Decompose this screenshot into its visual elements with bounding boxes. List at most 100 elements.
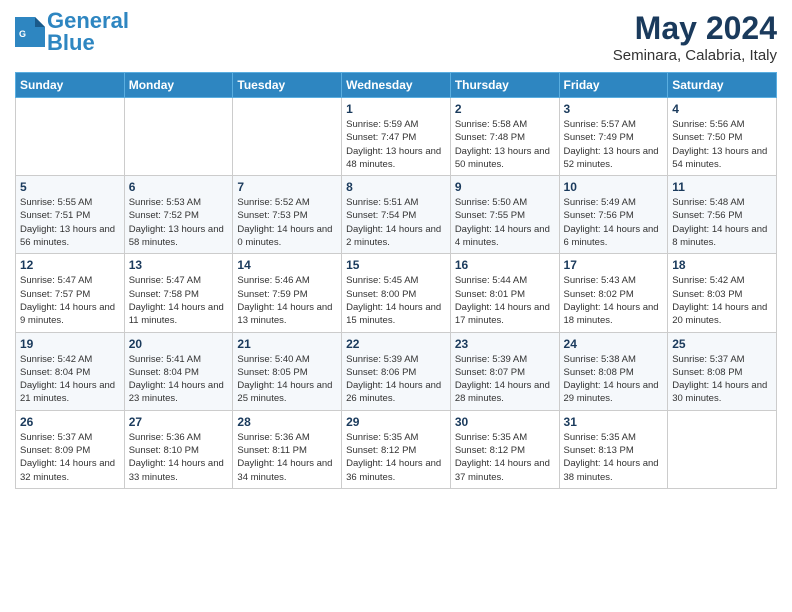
day-number: 24 (564, 337, 664, 351)
day-details: Sunrise: 5:55 AMSunset: 7:51 PMDaylight:… (20, 196, 120, 249)
location: Seminara, Calabria, Italy (613, 47, 777, 64)
day-number: 14 (237, 258, 337, 272)
day-number: 1 (346, 102, 446, 116)
day-details: Sunrise: 5:56 AMSunset: 7:50 PMDaylight:… (672, 118, 772, 171)
calendar-cell: 29 Sunrise: 5:35 AMSunset: 8:12 PMDayligh… (342, 410, 451, 488)
calendar-cell: 30 Sunrise: 5:35 AMSunset: 8:12 PMDayligh… (450, 410, 559, 488)
day-details: Sunrise: 5:49 AMSunset: 7:56 PMDaylight:… (564, 196, 664, 249)
day-number: 20 (129, 337, 229, 351)
day-details: Sunrise: 5:39 AMSunset: 8:06 PMDaylight:… (346, 353, 446, 406)
calendar-cell: 6 Sunrise: 5:53 AMSunset: 7:52 PMDaylight… (124, 176, 233, 254)
day-details: Sunrise: 5:48 AMSunset: 7:56 PMDaylight:… (672, 196, 772, 249)
calendar-cell: 28 Sunrise: 5:36 AMSunset: 8:11 PMDayligh… (233, 410, 342, 488)
calendar-cell: 1Sunrise: 5:59 AMSunset: 7:47 PMDaylight… (342, 98, 451, 176)
day-number: 3 (564, 102, 664, 116)
day-details: Sunrise: 5:37 AMSunset: 8:08 PMDaylight:… (672, 353, 772, 406)
calendar-cell (668, 410, 777, 488)
calendar-table: SundayMondayTuesdayWednesdayThursdayFrid… (15, 72, 777, 489)
calendar-cell (16, 98, 125, 176)
day-number: 9 (455, 180, 555, 194)
calendar-cell: 31Sunrise: 5:35 AMSunset: 8:13 PMDayligh… (559, 410, 668, 488)
day-number: 15 (346, 258, 446, 272)
calendar-cell: 22 Sunrise: 5:39 AMSunset: 8:06 PMDayligh… (342, 332, 451, 410)
calendar-cell: 14Sunrise: 5:46 AMSunset: 7:59 PMDayligh… (233, 254, 342, 332)
calendar-cell: 20 Sunrise: 5:41 AMSunset: 8:04 PMDayligh… (124, 332, 233, 410)
day-details: Sunrise: 5:53 AMSunset: 7:52 PMDaylight:… (129, 196, 229, 249)
week-row-4: 19Sunrise: 5:42 AMSunset: 8:04 PMDayligh… (16, 332, 777, 410)
day-number: 22 (346, 337, 446, 351)
calendar-cell: 13 Sunrise: 5:47 AMSunset: 7:58 PMDayligh… (124, 254, 233, 332)
day-details: Sunrise: 5:52 AMSunset: 7:53 PMDaylight:… (237, 196, 337, 249)
day-number: 10 (564, 180, 664, 194)
day-details: Sunrise: 5:44 AMSunset: 8:01 PMDaylight:… (455, 274, 555, 327)
svg-text:G: G (19, 29, 26, 39)
header: G General Blue May 2024 Seminara, Calabr… (15, 10, 777, 64)
week-row-3: 12 Sunrise: 5:47 AMSunset: 7:57 PMDayligh… (16, 254, 777, 332)
day-number: 18 (672, 258, 772, 272)
calendar-cell: 16 Sunrise: 5:44 AMSunset: 8:01 PMDayligh… (450, 254, 559, 332)
day-number: 6 (129, 180, 229, 194)
logo: G General Blue (15, 10, 129, 54)
day-details: Sunrise: 5:35 AMSunset: 8:12 PMDaylight:… (346, 431, 446, 484)
calendar-cell: 10 Sunrise: 5:49 AMSunset: 7:56 PMDayligh… (559, 176, 668, 254)
calendar-cell: 17 Sunrise: 5:43 AMSunset: 8:02 PMDayligh… (559, 254, 668, 332)
day-details: Sunrise: 5:42 AMSunset: 8:03 PMDaylight:… (672, 274, 772, 327)
day-details: Sunrise: 5:42 AMSunset: 8:04 PMDaylight:… (20, 353, 120, 406)
calendar-cell: 27Sunrise: 5:36 AMSunset: 8:10 PMDayligh… (124, 410, 233, 488)
day-number: 25 (672, 337, 772, 351)
day-header-monday: Monday (124, 73, 233, 98)
day-header-wednesday: Wednesday (342, 73, 451, 98)
calendar-cell (233, 98, 342, 176)
day-details: Sunrise: 5:41 AMSunset: 8:04 PMDaylight:… (129, 353, 229, 406)
day-details: Sunrise: 5:43 AMSunset: 8:02 PMDaylight:… (564, 274, 664, 327)
calendar-cell: 5 Sunrise: 5:55 AMSunset: 7:51 PMDaylight… (16, 176, 125, 254)
day-details: Sunrise: 5:47 AMSunset: 7:58 PMDaylight:… (129, 274, 229, 327)
day-details: Sunrise: 5:35 AMSunset: 8:12 PMDaylight:… (455, 431, 555, 484)
day-number: 27 (129, 415, 229, 429)
day-number: 7 (237, 180, 337, 194)
day-details: Sunrise: 5:36 AMSunset: 8:11 PMDaylight:… (237, 431, 337, 484)
day-header-thursday: Thursday (450, 73, 559, 98)
day-number: 28 (237, 415, 337, 429)
days-header-row: SundayMondayTuesdayWednesdayThursdayFrid… (16, 73, 777, 98)
day-details: Sunrise: 5:39 AMSunset: 8:07 PMDaylight:… (455, 353, 555, 406)
day-header-sunday: Sunday (16, 73, 125, 98)
day-details: Sunrise: 5:37 AMSunset: 8:09 PMDaylight:… (20, 431, 120, 484)
day-number: 26 (20, 415, 120, 429)
day-number: 21 (237, 337, 337, 351)
day-details: Sunrise: 5:57 AMSunset: 7:49 PMDaylight:… (564, 118, 664, 171)
day-number: 13 (129, 258, 229, 272)
day-details: Sunrise: 5:47 AMSunset: 7:57 PMDaylight:… (20, 274, 120, 327)
week-row-5: 26 Sunrise: 5:37 AMSunset: 8:09 PMDayligh… (16, 410, 777, 488)
day-number: 16 (455, 258, 555, 272)
calendar-page: G General Blue May 2024 Seminara, Calabr… (0, 0, 792, 499)
day-number: 30 (455, 415, 555, 429)
week-row-1: 1Sunrise: 5:59 AMSunset: 7:47 PMDaylight… (16, 98, 777, 176)
day-details: Sunrise: 5:50 AMSunset: 7:55 PMDaylight:… (455, 196, 555, 249)
day-details: Sunrise: 5:45 AMSunset: 8:00 PMDaylight:… (346, 274, 446, 327)
calendar-cell: 15 Sunrise: 5:45 AMSunset: 8:00 PMDayligh… (342, 254, 451, 332)
day-header-saturday: Saturday (668, 73, 777, 98)
title-block: May 2024 Seminara, Calabria, Italy (613, 10, 777, 64)
day-number: 2 (455, 102, 555, 116)
day-details: Sunrise: 5:51 AMSunset: 7:54 PMDaylight:… (346, 196, 446, 249)
calendar-cell: 24 Sunrise: 5:38 AMSunset: 8:08 PMDayligh… (559, 332, 668, 410)
day-number: 23 (455, 337, 555, 351)
calendar-cell: 23 Sunrise: 5:39 AMSunset: 8:07 PMDayligh… (450, 332, 559, 410)
day-number: 17 (564, 258, 664, 272)
calendar-cell: 9 Sunrise: 5:50 AMSunset: 7:55 PMDaylight… (450, 176, 559, 254)
calendar-cell: 8Sunrise: 5:51 AMSunset: 7:54 PMDaylight… (342, 176, 451, 254)
day-number: 12 (20, 258, 120, 272)
day-header-tuesday: Tuesday (233, 73, 342, 98)
calendar-cell: 12 Sunrise: 5:47 AMSunset: 7:57 PMDayligh… (16, 254, 125, 332)
calendar-cell: 7 Sunrise: 5:52 AMSunset: 7:53 PMDaylight… (233, 176, 342, 254)
day-details: Sunrise: 5:38 AMSunset: 8:08 PMDaylight:… (564, 353, 664, 406)
day-number: 5 (20, 180, 120, 194)
day-header-friday: Friday (559, 73, 668, 98)
calendar-cell: 2Sunrise: 5:58 AMSunset: 7:48 PMDaylight… (450, 98, 559, 176)
month-title: May 2024 (613, 10, 777, 47)
day-number: 29 (346, 415, 446, 429)
day-details: Sunrise: 5:35 AMSunset: 8:13 PMDaylight:… (564, 431, 664, 484)
calendar-cell: 18 Sunrise: 5:42 AMSunset: 8:03 PMDayligh… (668, 254, 777, 332)
calendar-cell (124, 98, 233, 176)
